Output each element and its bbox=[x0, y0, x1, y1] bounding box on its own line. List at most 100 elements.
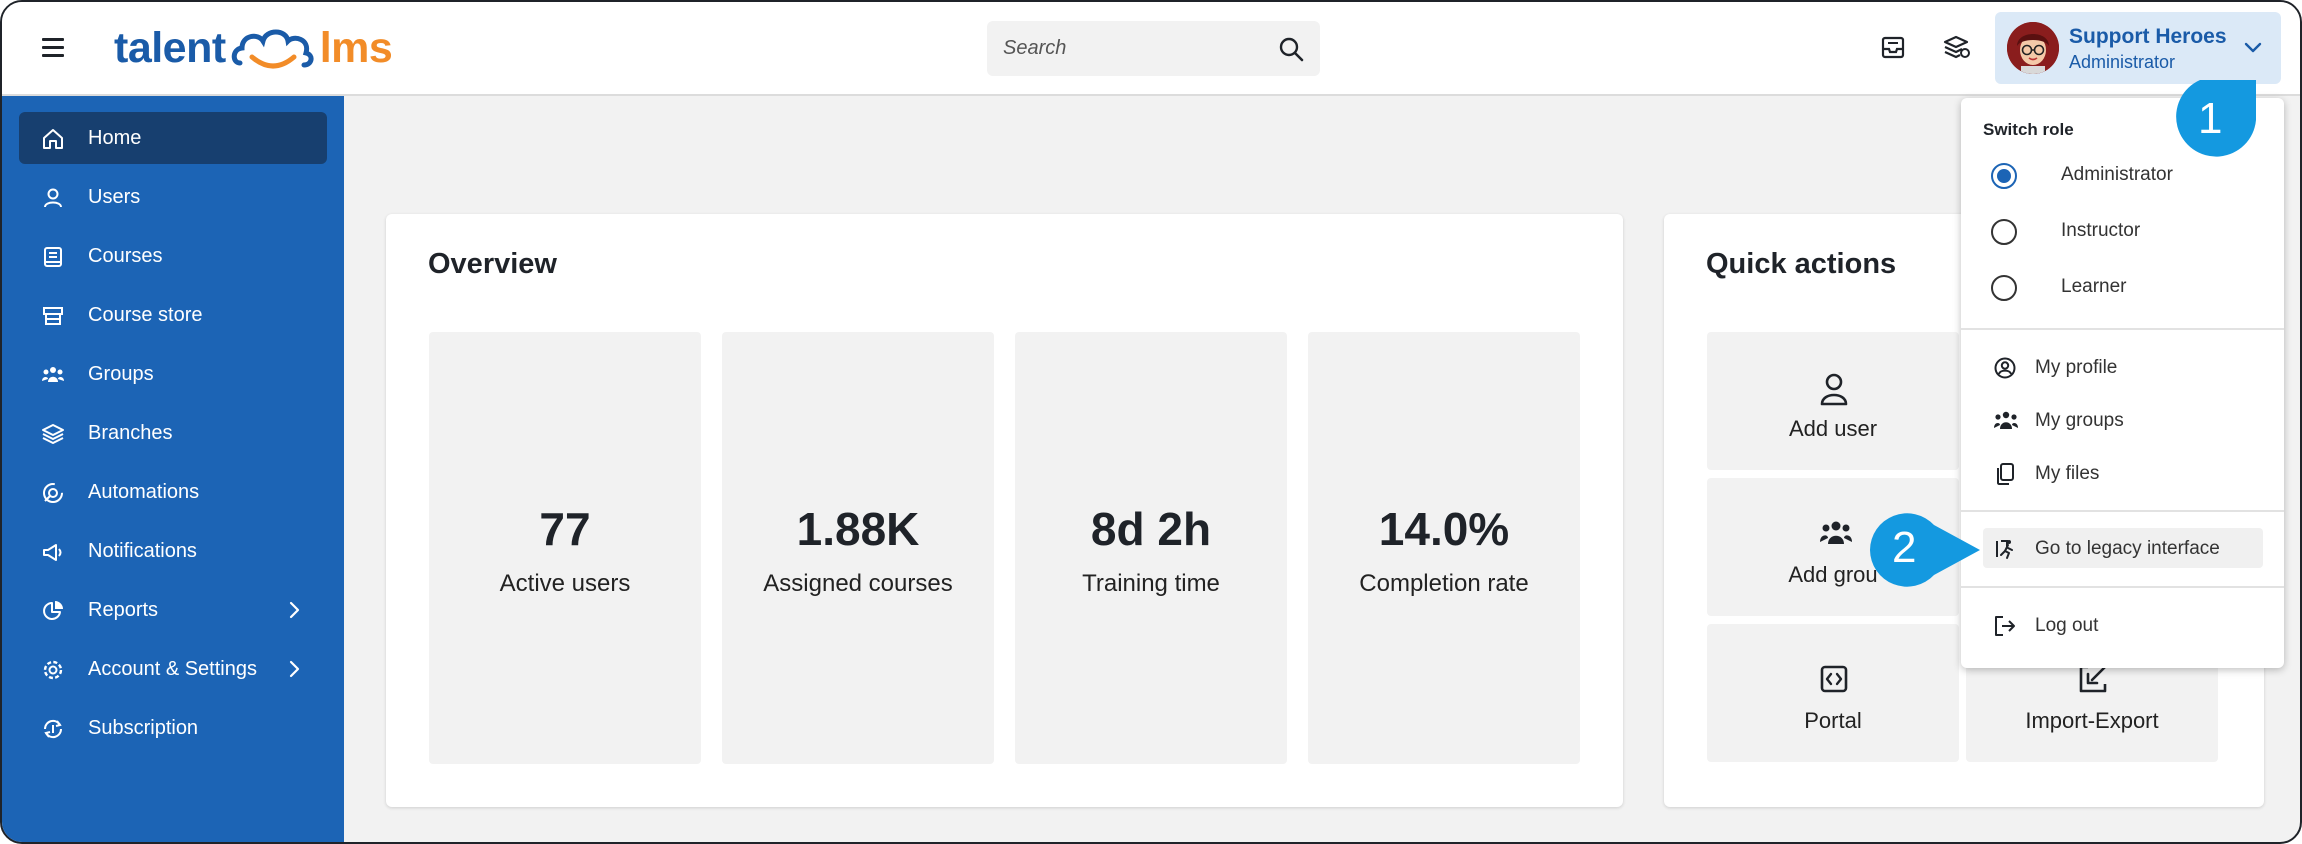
groups-icon bbox=[42, 367, 64, 382]
courses-stack-icon[interactable] bbox=[1941, 32, 1971, 62]
import-export-icon bbox=[2079, 665, 2107, 693]
legacy-interface-icon bbox=[1996, 540, 2013, 559]
overview-title: Overview bbox=[428, 248, 557, 280]
role-label: Instructor bbox=[2061, 220, 2141, 241]
role-label: Administrator bbox=[2061, 164, 2173, 185]
sidebar-item-label: Home bbox=[88, 127, 142, 149]
sidebar-item-notifications[interactable]: Notifications bbox=[19, 525, 327, 577]
chevron-right-icon bbox=[289, 601, 300, 619]
sidebar-item-branches[interactable]: Branches bbox=[19, 407, 327, 459]
user-menu-button[interactable]: Support Heroes Administrator bbox=[1995, 12, 2281, 84]
stat-active-users[interactable]: 77 Active users bbox=[429, 332, 701, 764]
quick-action-add-user[interactable]: Add user bbox=[1707, 332, 1959, 470]
home-icon bbox=[43, 129, 63, 149]
portal-icon bbox=[1820, 665, 1848, 693]
search-icon[interactable] bbox=[1278, 36, 1304, 62]
sidebar-item-home[interactable]: Home bbox=[19, 112, 327, 164]
switch-role-title: Switch role bbox=[1983, 120, 2074, 139]
quick-action-label: Portal bbox=[1804, 708, 1862, 733]
stat-training-time[interactable]: 8d 2h Training time bbox=[1015, 332, 1287, 764]
sidebar-item-label: Account & Settings bbox=[88, 658, 257, 680]
divider bbox=[1961, 510, 2284, 512]
sidebar-item-users[interactable]: Users bbox=[19, 171, 327, 223]
stat-value: 8d 2h bbox=[1090, 503, 1212, 555]
logout-icon bbox=[1995, 616, 2015, 636]
menu-item-my-groups[interactable]: My groups bbox=[1983, 400, 2263, 440]
menu-item-label: My profile bbox=[2035, 357, 2118, 378]
stat-assigned-courses[interactable]: 1.88K Assigned courses bbox=[722, 332, 994, 764]
sidebar-item-reports[interactable]: Reports bbox=[19, 584, 327, 636]
sidebar-item-label: Users bbox=[88, 186, 141, 208]
top-bar: talent lms Search Support Heroes Adminis… bbox=[2, 2, 2300, 96]
radio-unselected-icon[interactable] bbox=[1991, 275, 2017, 301]
user-role: Administrator bbox=[2069, 52, 2176, 72]
logo-text-talent: talent bbox=[114, 23, 226, 72]
sidebar-item-automations[interactable]: Automations bbox=[19, 466, 327, 518]
stat-label: Completion rate bbox=[1359, 570, 1529, 597]
menu-item-my-files[interactable]: My files bbox=[1983, 453, 2263, 493]
sidebar-item-courses[interactable]: Courses bbox=[19, 230, 327, 282]
pie-chart-icon bbox=[43, 601, 63, 620]
profile-icon bbox=[1994, 357, 2016, 379]
app-window: talent lms Search Support Heroes Adminis… bbox=[0, 0, 2302, 844]
logo-cloud-icon bbox=[231, 29, 314, 69]
radio-selected-icon[interactable] bbox=[1991, 163, 2017, 189]
user-name: Support Heroes bbox=[2069, 25, 2227, 48]
sidebar-item-label: Course store bbox=[88, 304, 203, 326]
sidebar-item-label: Branches bbox=[88, 422, 173, 444]
role-option-learner[interactable]: Learner bbox=[1983, 266, 2263, 306]
menu-item-label: Go to legacy interface bbox=[2035, 538, 2220, 559]
quick-action-portal[interactable]: Portal bbox=[1707, 624, 1959, 762]
subscription-icon bbox=[43, 719, 63, 739]
role-label: Learner bbox=[2061, 276, 2127, 297]
radio-unselected-icon[interactable] bbox=[1991, 219, 2017, 245]
stat-value: 14.0% bbox=[1378, 503, 1510, 555]
sidebar-item-groups[interactable]: Groups bbox=[19, 348, 327, 400]
sidebar-item-label: Notifications bbox=[88, 540, 197, 562]
quick-action-label: Import-Export bbox=[2025, 708, 2159, 733]
stat-completion-rate[interactable]: 14.0% Completion rate bbox=[1308, 332, 1580, 764]
sidebar-item-account-settings[interactable]: Account & Settings bbox=[19, 643, 327, 695]
role-option-instructor[interactable]: Instructor bbox=[1983, 210, 2263, 250]
chevron-right-icon bbox=[289, 660, 300, 678]
menu-item-log-out[interactable]: Log out bbox=[1983, 605, 2263, 645]
files-icon bbox=[1997, 463, 2014, 485]
sidebar-item-label: Reports bbox=[88, 599, 159, 621]
sidebar: Home Users Courses Course store Groups B… bbox=[2, 96, 344, 842]
menu-item-label: My files bbox=[2035, 463, 2100, 484]
automations-icon bbox=[43, 483, 63, 503]
callout-marker-2: 2 bbox=[1864, 507, 1984, 593]
divider bbox=[1961, 328, 2284, 330]
overview-card: Overview 77 Active users 1.88K Assigned … bbox=[386, 214, 1623, 807]
quick-action-label: Add user bbox=[1788, 416, 1878, 441]
add-user-icon bbox=[1820, 373, 1848, 406]
stat-label: Training time bbox=[1082, 570, 1220, 597]
user-dropdown-menu: Switch role Administrator Instructor Lea… bbox=[1961, 98, 2284, 668]
sidebar-item-course-store[interactable]: Course store bbox=[19, 289, 327, 341]
callout-number: 1 bbox=[2198, 94, 2223, 143]
menu-item-go-to-legacy-interface[interactable]: Go to legacy interface bbox=[1983, 528, 2263, 568]
search-box[interactable] bbox=[987, 21, 1320, 76]
search-input[interactable] bbox=[1003, 37, 1278, 60]
menu-item-label: Log out bbox=[2035, 615, 2099, 636]
menu-toggle-icon[interactable] bbox=[42, 38, 64, 58]
stat-label: Assigned courses bbox=[763, 570, 953, 597]
sidebar-item-subscription[interactable]: Subscription bbox=[19, 702, 327, 754]
stat-label: Active users bbox=[499, 570, 631, 597]
menu-item-label: My groups bbox=[2035, 410, 2124, 431]
sidebar-item-label: Automations bbox=[88, 481, 200, 503]
user-icon bbox=[44, 188, 62, 208]
callout-bubble-icon bbox=[1870, 513, 1980, 587]
menu-item-my-profile[interactable]: My profile bbox=[1983, 347, 2263, 387]
quick-actions-title: Quick actions bbox=[1706, 248, 1897, 280]
store-icon bbox=[43, 307, 63, 325]
inbox-icon[interactable] bbox=[1878, 32, 1908, 62]
callout-number: 2 bbox=[1892, 523, 1917, 572]
callout-marker-1: 1 bbox=[2160, 76, 2260, 166]
branches-icon bbox=[42, 424, 64, 444]
gear-icon bbox=[43, 660, 63, 680]
stat-value: 77 bbox=[539, 503, 591, 555]
divider bbox=[1961, 586, 2284, 588]
talentlms-logo[interactable]: talent lms bbox=[114, 20, 393, 76]
add-group-icon bbox=[1820, 521, 1852, 544]
